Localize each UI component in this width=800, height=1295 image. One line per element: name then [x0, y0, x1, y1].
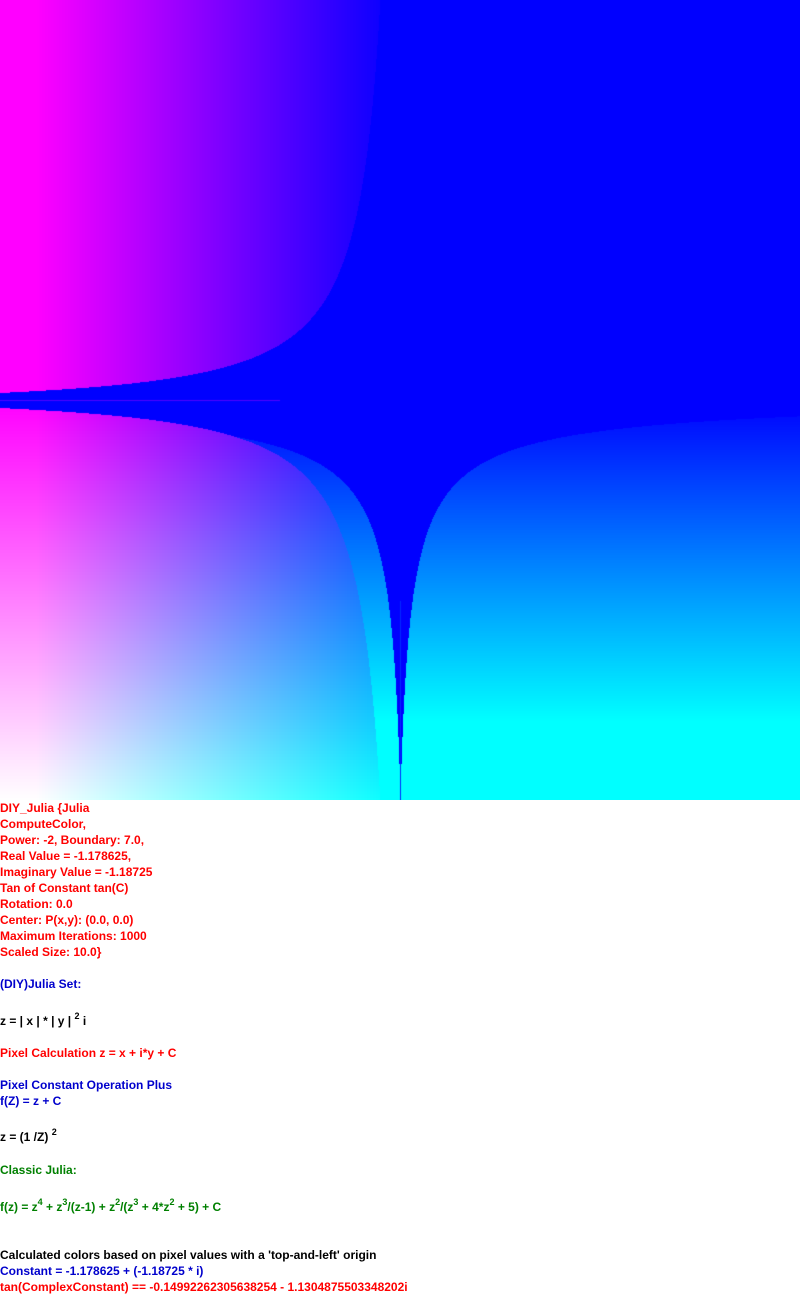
param-tan-constant: Tan of Constant tan(C) — [0, 881, 129, 895]
constant-value: Constant = -1.178625 + (-1.18725 * i) — [0, 1264, 204, 1278]
formula-reciprocal-exponent: 2 — [51, 1127, 57, 1137]
param-center: Center: P(x,y): (0.0, 0.0) — [0, 913, 134, 927]
param-rotation: Rotation: 0.0 — [0, 897, 73, 911]
formula-z-imag: i — [79, 1014, 87, 1028]
param-max-iterations: Maximum Iterations: 1000 — [0, 929, 147, 943]
fractal-image — [0, 0, 800, 800]
tan-constant-value: tan(ComplexConstant) == -0.1499226230563… — [0, 1280, 408, 1294]
formula-reciprocal-base: z = (1 /Z) — [0, 1130, 49, 1144]
classic-formula: f(z) = z4 + z3/(z-1) + z2/(z3 + 4*z2 + 5… — [0, 1197, 222, 1215]
param-power-boundary: Power: -2, Boundary: 7.0, — [0, 833, 145, 847]
colors-note: Calculated colors based on pixel values … — [0, 1248, 377, 1262]
classic-title: Classic Julia: — [0, 1163, 77, 1177]
formula-reciprocal: z = (1 /Z) 2 — [0, 1127, 57, 1145]
param-imaginary-value: Imaginary Value = -1.18725 — [0, 865, 153, 879]
formula-z-base: z = | x | * | y | — [0, 1014, 72, 1028]
set-title: (DIY)Julia Set: — [0, 977, 82, 991]
operation-title: Pixel Constant Operation Plus — [0, 1078, 173, 1092]
formula-z: z = | x | * | y | 2 i — [0, 1012, 87, 1029]
param-scaled-size: Scaled Size: 10.0} — [0, 945, 102, 959]
param-real-value: Real Value = -1.178625, — [0, 849, 132, 863]
param-compute-color: ComputeColor, — [0, 817, 86, 831]
operation-formula: f(Z) = z + C — [0, 1094, 62, 1108]
pixel-calculation: Pixel Calculation z = x + i*y + C — [0, 1046, 177, 1060]
param-title: DIY_Julia {Julia — [0, 801, 90, 815]
